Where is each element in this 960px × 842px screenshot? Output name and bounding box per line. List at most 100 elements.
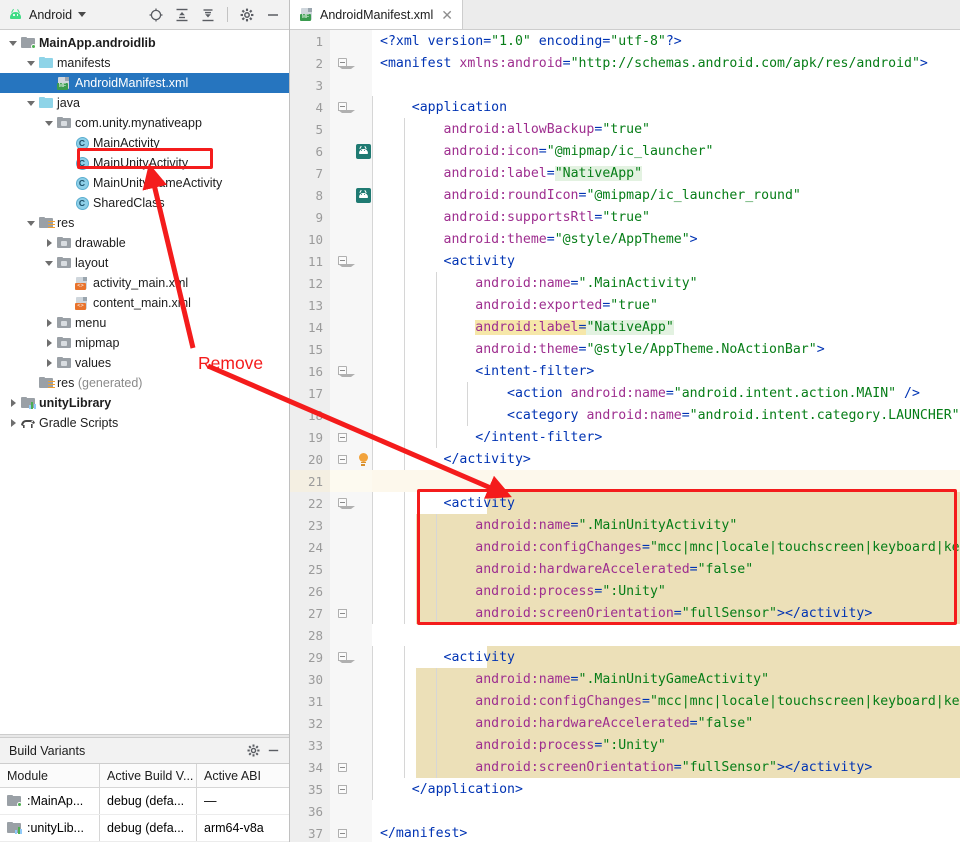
code-line[interactable]: 22 <activity: [290, 492, 960, 514]
chevron-right-icon[interactable]: [43, 333, 55, 353]
build-variant-row[interactable]: :MainAp... debug (defa... —: [0, 788, 289, 815]
bv-column-header[interactable]: Active Build V...: [100, 764, 197, 787]
project-view-selector[interactable]: Android: [8, 8, 87, 22]
tree-item-gradle-scripts[interactable]: Gradle Scripts: [0, 413, 289, 433]
code-line[interactable]: 26 android:process=":Unity": [290, 580, 960, 602]
expand-all-icon[interactable]: [172, 5, 192, 25]
close-icon[interactable]: ✕: [439, 8, 453, 22]
code-line[interactable]: 18 <category android:name="android.intent…: [290, 404, 960, 426]
bv-column-header[interactable]: Module: [0, 764, 100, 787]
intention-bulb-icon[interactable]: [354, 448, 372, 470]
code-line[interactable]: 2 <manifest xmlns:android="http://schemas…: [290, 52, 960, 74]
code-line[interactable]: 11 <activity: [290, 250, 960, 272]
tree-item-unitylibrary[interactable]: unityLibrary: [0, 393, 289, 413]
android-resource-icon[interactable]: [354, 184, 372, 206]
code-line[interactable]: 15 android:theme="@style/AppTheme.NoActio…: [290, 338, 960, 360]
settings-gear-icon[interactable]: [237, 5, 257, 25]
fold-marker-end[interactable]: [330, 756, 354, 778]
chevron-right-icon[interactable]: [7, 393, 19, 413]
code-line[interactable]: 12 android:name=".MainActivity": [290, 272, 960, 294]
tree-item-androidmanifest-xml[interactable]: MF AndroidManifest.xml: [0, 73, 289, 93]
code-line[interactable]: 5 android:allowBackup="true": [290, 118, 960, 140]
build-variants-table[interactable]: Module Active Build V... Active ABI:MainAp…: [0, 764, 289, 842]
code-line[interactable]: 35 </application>: [290, 778, 960, 800]
code-line[interactable]: 6 android:icon="@mipmap/ic_launcher": [290, 140, 960, 162]
code-line[interactable]: 31 android:configChanges="mcc|mnc|locale|…: [290, 690, 960, 712]
code-line[interactable]: 30 android:name=".MainUnityGameActivity": [290, 668, 960, 690]
fold-marker-top[interactable]: [330, 492, 355, 514]
code-line[interactable]: 19 </intent-filter>: [290, 426, 960, 448]
tree-item-com-unity-mynativeapp[interactable]: com.unity.mynativeapp: [0, 113, 289, 133]
chevron-right-icon[interactable]: [43, 233, 55, 253]
code-line[interactable]: 1 <?xml version="1.0" encoding="utf-8"?>: [290, 30, 960, 52]
code-line[interactable]: 17 <action android:name="android.intent.a…: [290, 382, 960, 404]
tree-item-mainunitygameactivity[interactable]: C MainUnityGameActivity: [0, 173, 289, 193]
bv-column-header[interactable]: Active ABI: [197, 764, 289, 787]
tree-item-mainapp-androidlib[interactable]: MainApp.androidlib: [0, 33, 289, 53]
bv-module-cell[interactable]: :MainAp...: [0, 788, 100, 814]
code-line[interactable]: 8 android:roundIcon="@mipmap/ic_launcher_…: [290, 184, 960, 206]
code-line[interactable]: 25 android:hardwareAccelerated="false": [290, 558, 960, 580]
code-line[interactable]: 20 </activity>: [290, 448, 960, 470]
gear-icon[interactable]: [243, 741, 263, 761]
editor-tab-androidmanifest[interactable]: MF AndroidManifest.xml ✕: [290, 0, 463, 29]
code-line[interactable]: 28: [290, 624, 960, 646]
android-resource-icon[interactable]: [354, 140, 372, 162]
chevron-down-icon[interactable]: [78, 12, 87, 17]
chevron-down-icon[interactable]: [25, 213, 37, 233]
chevron-down-icon[interactable]: [7, 33, 19, 53]
tree-item-java[interactable]: java: [0, 93, 289, 113]
code-line[interactable]: 21: [290, 470, 960, 492]
collapse-all-icon[interactable]: [198, 5, 218, 25]
fold-marker-end[interactable]: [330, 822, 354, 842]
code-line[interactable]: 27 android:screenOrientation="fullSensor"…: [290, 602, 960, 624]
hide-panel-icon[interactable]: [263, 5, 283, 25]
tree-item-content-main-xml[interactable]: <> content_main.xml: [0, 293, 289, 313]
build-variant-row[interactable]: :unityLib... debug (defa... arm64-v8a: [0, 815, 289, 842]
chevron-right-icon[interactable]: [7, 413, 19, 433]
code-line[interactable]: 16 <intent-filter>: [290, 360, 960, 382]
tree-item-res-generated[interactable]: res (generated): [0, 373, 289, 393]
tree-item-mipmap[interactable]: mipmap: [0, 333, 289, 353]
code-line[interactable]: 33 android:process=":Unity": [290, 734, 960, 756]
code-line[interactable]: 14 android:label="NativeApp": [290, 316, 960, 338]
code-line[interactable]: 29 <activity: [290, 646, 960, 668]
tree-item-drawable[interactable]: drawable: [0, 233, 289, 253]
fold-marker-top[interactable]: [330, 646, 355, 668]
code-line[interactable]: 37 </manifest>: [290, 822, 960, 842]
chevron-down-icon[interactable]: [43, 113, 55, 133]
code-line[interactable]: 24 android:configChanges="mcc|mnc|locale|…: [290, 536, 960, 558]
code-line[interactable]: 4 <application: [290, 96, 960, 118]
code-line[interactable]: 34 android:screenOrientation="fullSensor"…: [290, 756, 960, 778]
code-line[interactable]: 23 android:name=".MainUnityActivity": [290, 514, 960, 536]
tree-item-mainactivity[interactable]: C MainActivity: [0, 133, 289, 153]
bv-variant-cell[interactable]: debug (defa...: [100, 815, 197, 841]
code-line[interactable]: 9 android:supportsRtl="true": [290, 206, 960, 228]
fold-marker-end[interactable]: [330, 778, 354, 800]
fold-marker-top[interactable]: [330, 360, 355, 382]
fold-marker-end[interactable]: [330, 448, 354, 470]
tree-item-sharedclass[interactable]: C SharedClass: [0, 193, 289, 213]
chevron-down-icon[interactable]: [25, 53, 37, 73]
minus-icon[interactable]: [263, 741, 283, 761]
tree-item-layout[interactable]: layout: [0, 253, 289, 273]
code-line[interactable]: 3: [290, 74, 960, 96]
project-tree[interactable]: MainApp.androidlib manifests MF AndroidMani…: [0, 30, 289, 734]
fold-marker-end[interactable]: [330, 426, 354, 448]
chevron-right-icon[interactable]: [43, 353, 55, 373]
bv-abi-cell[interactable]: —: [197, 788, 289, 814]
chevron-down-icon[interactable]: [43, 253, 55, 273]
code-editor[interactable]: 1 <?xml version="1.0" encoding="utf-8"?> 2…: [290, 30, 960, 842]
tree-item-res[interactable]: res: [0, 213, 289, 233]
code-line[interactable]: 13 android:exported="true": [290, 294, 960, 316]
fold-marker-top[interactable]: [330, 52, 355, 74]
code-line[interactable]: 36: [290, 800, 960, 822]
tree-item-activity-main-xml[interactable]: <> activity_main.xml: [0, 273, 289, 293]
bv-module-cell[interactable]: :unityLib...: [0, 815, 100, 841]
fold-marker-top[interactable]: [330, 96, 355, 118]
tree-item-menu[interactable]: menu: [0, 313, 289, 333]
tree-item-manifests[interactable]: manifests: [0, 53, 289, 73]
bv-abi-cell[interactable]: arm64-v8a: [197, 815, 289, 841]
chevron-down-icon[interactable]: [25, 93, 37, 113]
fold-marker-top[interactable]: [330, 250, 355, 272]
